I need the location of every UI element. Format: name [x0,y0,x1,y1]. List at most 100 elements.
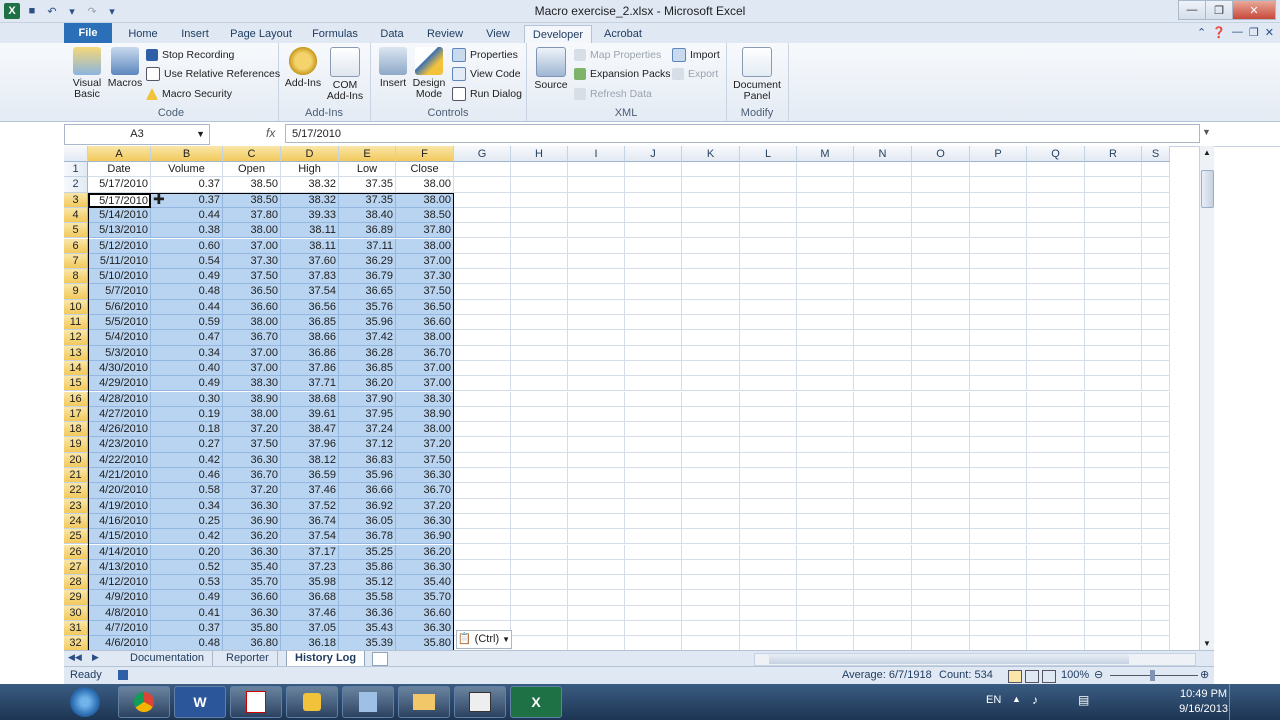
expansion-packs-button[interactable]: Expansion Packs [574,65,671,83]
data-cell[interactable]: 5/4/2010 [88,330,151,346]
column-header-c[interactable]: C [223,146,281,162]
empty-cell[interactable] [1085,269,1142,285]
empty-cell[interactable] [854,483,912,499]
empty-cell[interactable] [1027,406,1085,423]
workbook-minimize-icon[interactable]: — [1232,26,1243,39]
empty-cell[interactable] [912,223,970,239]
column-header-p[interactable]: P [970,146,1027,162]
taskbar-window-icon[interactable] [454,686,506,718]
row-header-16[interactable]: 16 [64,391,88,407]
empty-cell[interactable] [511,345,568,361]
tab-formulas[interactable]: Formulas [304,25,366,43]
empty-cell[interactable] [511,483,568,499]
empty-cell[interactable] [1142,621,1170,637]
empty-cell[interactable] [568,284,625,300]
empty-cell[interactable] [970,452,1027,468]
empty-cell[interactable] [854,299,912,315]
column-header-g[interactable]: G [454,146,511,162]
workbook-close-icon[interactable]: ✕ [1265,26,1274,39]
empty-cell[interactable] [1085,207,1142,224]
empty-cell[interactable] [854,391,912,407]
empty-cell[interactable] [1142,406,1170,423]
data-cell[interactable]: 36.92 [339,498,396,514]
empty-cell[interactable] [912,437,970,453]
empty-cell[interactable] [511,498,568,514]
data-cell[interactable]: 35.98 [281,575,339,591]
data-cell[interactable]: 37.17 [281,544,339,560]
empty-cell[interactable] [1027,315,1085,331]
data-cell[interactable]: 0.46 [151,468,223,484]
empty-cell[interactable] [682,269,740,285]
empty-cell[interactable] [1027,544,1085,560]
empty-cell[interactable] [682,559,740,576]
empty-cell[interactable] [854,529,912,545]
empty-cell[interactable] [797,406,854,423]
empty-cell[interactable] [568,483,625,499]
empty-cell[interactable] [797,177,854,193]
empty-cell[interactable] [970,299,1027,315]
data-cell[interactable]: 37.86 [281,360,339,377]
empty-cell[interactable] [625,207,682,224]
empty-cell[interactable] [625,575,682,591]
data-cell[interactable]: 37.46 [281,483,339,499]
empty-cell[interactable] [912,498,970,514]
data-cell[interactable]: 36.60 [396,605,454,621]
empty-cell[interactable] [682,406,740,423]
data-cell[interactable]: 36.29 [339,253,396,270]
data-cell[interactable]: 38.50 [223,177,281,193]
macro-recording-icon[interactable] [118,670,128,680]
data-cell[interactable]: 37.83 [281,269,339,285]
row-header-30[interactable]: 30 [64,605,88,621]
empty-cell[interactable] [970,330,1027,346]
empty-cell[interactable] [625,621,682,637]
import-button[interactable]: Import [672,46,720,64]
empty-cell[interactable] [1027,207,1085,224]
data-cell[interactable]: 36.36 [339,605,396,621]
empty-cell[interactable] [625,468,682,484]
header-cell[interactable]: High [281,162,339,178]
empty-cell[interactable] [912,177,970,193]
column-header-n[interactable]: N [854,146,912,162]
empty-cell[interactable] [740,498,797,514]
taskbar-documents-icon[interactable] [342,686,394,718]
empty-cell[interactable] [625,284,682,300]
restore-button[interactable]: ❐ [1205,0,1233,20]
empty-cell[interactable] [740,238,797,254]
empty-cell[interactable] [1085,238,1142,254]
empty-cell[interactable] [797,513,854,530]
empty-cell[interactable] [854,360,912,377]
empty-cell[interactable] [1142,238,1170,254]
empty-cell[interactable] [854,605,912,621]
data-cell[interactable]: 0.44 [151,299,223,315]
empty-cell[interactable] [1142,437,1170,453]
empty-cell[interactable] [1085,406,1142,423]
page-break-view-icon[interactable] [1042,670,1056,683]
data-cell[interactable]: 38.00 [396,192,454,208]
empty-cell[interactable] [682,621,740,637]
taskbar-chrome-icon[interactable] [118,686,170,718]
data-cell[interactable]: 36.20 [223,529,281,545]
add-ins-button[interactable]: Add-Ins [280,47,326,89]
empty-cell[interactable] [912,269,970,285]
empty-cell[interactable] [454,284,511,300]
data-cell[interactable]: 36.85 [339,360,396,377]
empty-cell[interactable] [740,590,797,606]
data-cell[interactable]: 36.86 [281,345,339,361]
empty-cell[interactable] [1142,498,1170,514]
empty-cell[interactable] [568,330,625,346]
empty-cell[interactable] [797,452,854,468]
empty-cell[interactable] [740,269,797,285]
header-cell[interactable]: Open [223,162,281,178]
empty-cell[interactable] [1027,483,1085,499]
empty-cell[interactable] [625,544,682,560]
row-header-15[interactable]: 15 [64,376,88,392]
empty-cell[interactable] [912,192,970,208]
show-desktop-button[interactable] [1229,684,1240,720]
empty-cell[interactable] [454,406,511,423]
scroll-thumb[interactable] [1201,170,1214,208]
empty-cell[interactable] [1027,253,1085,270]
empty-cell[interactable] [454,192,511,208]
tab-home[interactable]: Home [120,25,166,43]
empty-cell[interactable] [970,468,1027,484]
empty-cell[interactable] [740,345,797,361]
